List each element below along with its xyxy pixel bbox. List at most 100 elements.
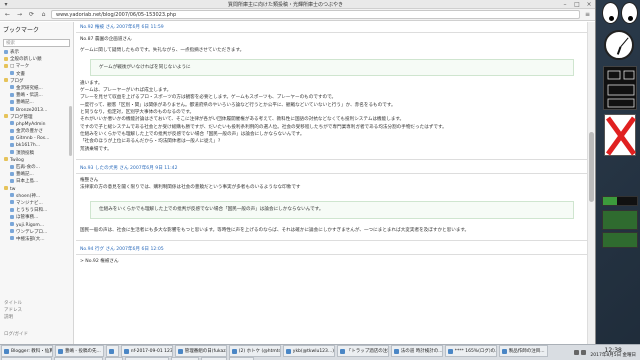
bookmark-item[interactable]: ブログ — [0, 78, 73, 85]
bookmark-item[interactable]: Twilog — [0, 157, 73, 164]
window-menu-icon[interactable]: ▾ — [0, 1, 12, 8]
bookmark-label: □ マーク — [10, 64, 30, 70]
forward-button[interactable]: → — [15, 11, 24, 18]
bookmark-icon — [10, 121, 14, 126]
detail-title-label: タイトル — [4, 301, 22, 306]
bookmark-label: shoen(神... — [16, 193, 41, 199]
bookmark-item[interactable]: 頂頂投稿 — [0, 150, 73, 157]
comment-line: プレーを見せて収益を上げるプロ・スポーツの方は観客を必要とします。ゲームもスポー… — [80, 95, 337, 101]
comment-line: 権整さん — [80, 177, 99, 183]
folder-icon — [4, 56, 8, 61]
graph-fill — [603, 211, 637, 229]
comment-lines: 違います。 ゲームは、プレーヤーがいれば成立します。 プレーを見せて収益を上げるプロ… — [80, 80, 584, 153]
bookmark-icon — [10, 200, 14, 205]
taskbar-label: **** 165%(ログ)の... — [454, 349, 497, 354]
comment-line: 仕組みをいくらかでも理解した上での批判が反感でない場合「国民一般の声」は論会にし… — [80, 131, 305, 137]
taskbar-button[interactable]: Blogger: 教科・仙算... — [1, 345, 53, 357]
comment-body: No.87 農園の企画道さん ゲームに関して疑問したものです。失礼ながら、一点指… — [76, 33, 588, 156]
pupil — [628, 16, 633, 21]
bookmark-icon — [10, 71, 14, 76]
bookmark-item[interactable]: 匹再-食の... — [0, 164, 73, 171]
bookmark-label: 匹再-食の... — [16, 165, 40, 170]
folder-icon — [4, 157, 8, 162]
taskbar-button[interactable] — [105, 345, 119, 357]
maximize-icon[interactable]: □ — [571, 1, 583, 8]
bookmark-item[interactable]: 文書 — [0, 71, 73, 78]
bookmark-item[interactable]: Bronze2013... — [0, 107, 73, 114]
sidebar-scrollbar[interactable] — [69, 106, 72, 156]
page-scrollbar[interactable] — [587, 22, 595, 344]
bookmark-item[interactable]: shoen(神... — [0, 193, 73, 200]
scrollbar-thumb[interactable] — [589, 132, 594, 202]
minimize-icon[interactable]: – — [559, 1, 571, 8]
bookmark-item[interactable]: 豊嶋・伝説... — [0, 92, 73, 99]
volume-icon[interactable] — [581, 350, 587, 355]
xclock-widget — [604, 30, 634, 60]
bookmark-item[interactable]: 日本上島... — [0, 178, 73, 185]
taskbar-label: 製品作師の注目... — [508, 349, 545, 354]
bookmark-item[interactable]: ブログ管理 — [0, 114, 73, 121]
bookmark-list: 表示 全般の新しい順 □ マーク 文書 ブログ 金沢研究紙... 豊嶋・伝説... 豊嶋記..… — [0, 49, 73, 243]
bookmark-search-input[interactable]: 検索 — [3, 39, 70, 47]
bookmark-item[interactable]: ワンデレプロ... — [0, 229, 73, 236]
detail-description-label: 説明 — [4, 315, 13, 320]
taskbar-button[interactable]: nf-2017-09-01 1231 — [120, 345, 173, 357]
close-icon[interactable]: × — [583, 1, 595, 8]
taskbar-button[interactable]: (2) ホトケ (@htmtdkn)... — [228, 345, 281, 357]
system-tray: 12:38 2017年8月5日 金曜日 — [574, 347, 640, 358]
url-input[interactable]: www.yadoriab.net/blog/2007/06/05-153023.… — [51, 10, 580, 19]
comment-intro: No.87 農園の企画道さん — [80, 37, 132, 42]
bookmark-item[interactable]: 金沢研究紙... — [0, 85, 73, 92]
bookmark-item[interactable]: □ マーク — [0, 63, 73, 70]
right-eye — [621, 2, 638, 24]
bookmark-item[interactable]: yuji.Rigom... — [0, 222, 73, 229]
back-button[interactable]: ← — [3, 11, 12, 18]
comment-line: 荒誘乗場です。 — [80, 146, 112, 152]
network-icon[interactable] — [574, 350, 580, 355]
sidebar-heading: ブックマーク — [3, 27, 40, 34]
home-button[interactable]: ⌂ — [39, 11, 48, 18]
menu-button[interactable]: ≡ — [583, 11, 592, 18]
bookmark-item[interactable]: 表示 — [0, 49, 73, 56]
app-icon — [58, 348, 63, 354]
comment-text: > No.92 権被さん — [80, 259, 119, 265]
bookmark-item[interactable]: 中極法部(大... — [0, 236, 73, 243]
bookmark-label: 文書 — [16, 71, 25, 77]
taskbar-button[interactable]: 法の道 時計検計の... — [390, 345, 443, 357]
taskbar-label: 豊嶋 - 投稿の先... — [65, 349, 101, 354]
taskbar-button[interactable]: 豊嶋 - 投稿の先... — [55, 345, 104, 357]
bookmark-label: ワンデレプロ... — [16, 229, 48, 235]
divider — [76, 158, 588, 160]
bookmark-item[interactable]: 豊嶋記... — [0, 99, 73, 106]
bookmark-item[interactable]: ほ管事務... — [0, 214, 73, 221]
bookmark-label: 金沢研究紙... — [16, 85, 43, 91]
bookmark-item[interactable]: bk1617h... — [0, 142, 73, 149]
comment-line: と同うなり，指定対，区別学大事体のものなるのです。 — [80, 110, 195, 116]
divider — [76, 240, 588, 242]
bookmark-item[interactable]: tw — [0, 186, 73, 193]
bookmark-label: 表示 — [10, 50, 19, 55]
taskbar-button[interactable]: 管理番組の日(fukazawa)... — [174, 345, 227, 357]
bookmark-item[interactable]: phpMyAdmin — [0, 121, 73, 128]
folder-icon — [4, 78, 8, 83]
taskbar-clock[interactable]: 12:38 2017年8月5日 金曜日 — [588, 347, 638, 358]
bookmark-icon — [10, 135, 14, 140]
bookmark-item[interactable]: 豊嶋記... — [0, 171, 73, 178]
bookmark-item[interactable]: 全般の新しい順 — [0, 56, 73, 63]
reload-button[interactable]: ⟳ — [27, 11, 36, 18]
bookmark-icon — [10, 229, 14, 234]
taskbar-button[interactable]: **** 165%(ログ)の... — [444, 345, 497, 357]
bookmark-item[interactable]: Gitmnb - Ros... — [0, 135, 73, 142]
quote-block: 仕組みをいくらかでも理解した上での批判が反感でない場合「国民一般の声」は論会にし… — [90, 201, 574, 219]
bookmark-label: マンジナビ... — [16, 200, 43, 206]
taskbar-button[interactable]: 「トラップ酒店の注利... — [336, 345, 389, 357]
app-icon — [393, 348, 399, 354]
taskbar-button[interactable]: ykb(@tkwlu123...) — [282, 345, 335, 357]
taskbar-button[interactable]: 製品作師の注目... — [498, 345, 548, 357]
bookmark-item[interactable]: 金沢の豊かさ — [0, 128, 73, 135]
bookmark-item[interactable]: マンジナビ... — [0, 200, 73, 207]
bookmark-icon — [10, 107, 14, 111]
bookmark-item[interactable]: とうちう日和... — [0, 207, 73, 214]
page-content: No.92 権被 さん 2007年6月 6日 11:59 No.87 農園の企画… — [76, 22, 588, 344]
app-icon — [285, 348, 291, 354]
